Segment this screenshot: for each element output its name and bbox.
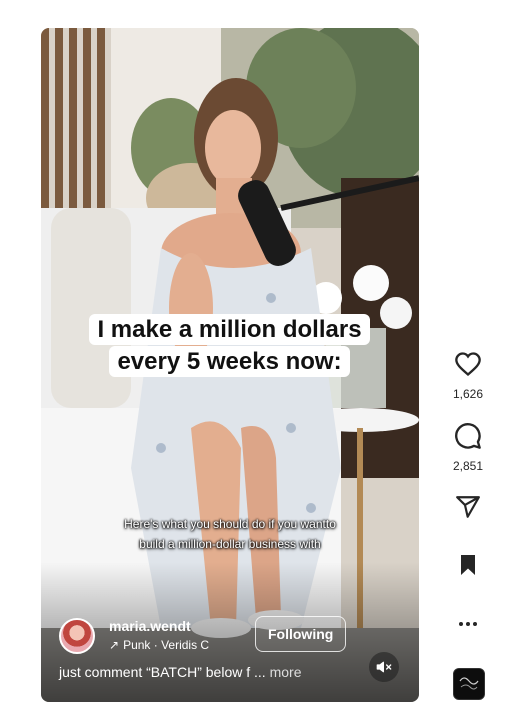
username[interactable]: maria.wendt bbox=[109, 618, 191, 634]
audio-thumbnail[interactable] bbox=[453, 668, 485, 700]
speaker-muted-icon bbox=[376, 661, 392, 673]
comment-icon[interactable] bbox=[454, 422, 482, 450]
more-icon[interactable] bbox=[456, 612, 480, 636]
subtitle-line-1: Here's what you should do if you wantto bbox=[124, 517, 336, 531]
subtitle-line-2: build a million-dollar business with bbox=[139, 537, 321, 551]
description-text: just comment “BATCH” below f ... bbox=[59, 664, 266, 680]
more-action bbox=[442, 612, 494, 641]
save-action bbox=[442, 552, 494, 583]
arrow-up-right-icon: ↗ bbox=[109, 638, 120, 652]
mute-button[interactable] bbox=[369, 652, 399, 682]
author-row: maria.wendt ↗ Punk · Veridis C Following bbox=[59, 616, 409, 658]
like-action: 1,626 bbox=[442, 350, 494, 401]
following-button[interactable]: Following bbox=[255, 616, 347, 652]
comment-action: 2,851 bbox=[442, 422, 494, 473]
heart-icon[interactable] bbox=[454, 350, 482, 378]
reel-description[interactable]: just comment “BATCH” below f ... more bbox=[59, 664, 359, 680]
audio-cover-art bbox=[454, 669, 484, 699]
audio-name: Punk · Veridis C bbox=[123, 638, 210, 652]
like-count: 1,626 bbox=[452, 387, 484, 401]
bookmark-icon[interactable] bbox=[456, 552, 480, 578]
share-action bbox=[442, 494, 494, 525]
comment-count: 2,851 bbox=[452, 459, 484, 473]
audio-link[interactable]: ↗ Punk · Veridis C bbox=[109, 638, 209, 652]
reel-video[interactable]: I make a million dollars every 5 weeks n… bbox=[41, 28, 419, 702]
send-icon[interactable] bbox=[455, 494, 481, 520]
more-link[interactable]: more bbox=[270, 664, 302, 680]
video-subtitle: Here's what you should do if you wantto … bbox=[101, 514, 359, 554]
avatar[interactable] bbox=[59, 618, 95, 654]
